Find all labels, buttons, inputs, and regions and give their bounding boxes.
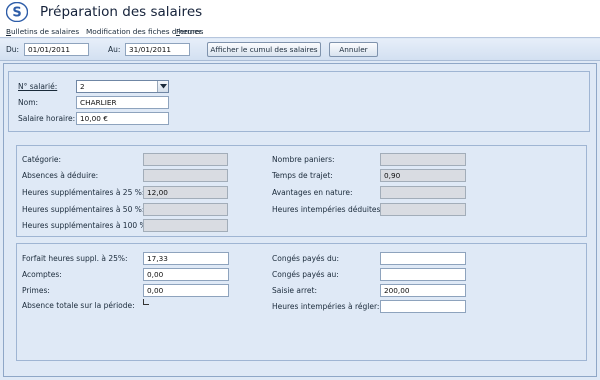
menu-item-bulletins[interactable]: Bulletins de salaires xyxy=(6,27,79,36)
chevron-down-icon[interactable] xyxy=(157,81,168,92)
menu-item-fermer[interactable]: Fermer xyxy=(176,27,202,36)
categorie-label: Catégorie: xyxy=(22,155,62,164)
forfait-label: Forfait heures suppl. à 25%: xyxy=(22,254,128,263)
temps-trajet-field xyxy=(380,169,466,182)
avantages-label: Avantages en nature: xyxy=(272,188,353,197)
absence-totale-checkbox[interactable] xyxy=(143,299,149,305)
hs50-label: Heures supplémentaires à 50 %: xyxy=(22,205,145,214)
conges-au-field[interactable] xyxy=(380,268,466,281)
du-label: Du: xyxy=(6,45,20,54)
salaire-horaire-label: Salaire horaire: xyxy=(18,114,76,123)
primes-field[interactable] xyxy=(143,284,229,297)
categorie-field xyxy=(143,153,228,166)
temps-trajet-label: Temps de trajet: xyxy=(272,171,333,180)
conges-du-field[interactable] xyxy=(380,252,466,265)
au-label: Au: xyxy=(108,45,121,54)
afficher-cumul-button[interactable]: Afficher le cumul des salaires xyxy=(207,42,321,57)
forfait-field[interactable] xyxy=(143,252,229,265)
hs25-label: Heures supplémentaires à 25 %: xyxy=(22,188,145,197)
intemperies-regler-field[interactable] xyxy=(380,300,466,313)
du-date-input[interactable] xyxy=(24,43,89,56)
hs100-field xyxy=(143,219,228,232)
au-date-input[interactable] xyxy=(125,43,190,56)
nom-label: Nom: xyxy=(18,98,39,107)
menu-label-fermer-rest: ermer xyxy=(179,27,202,36)
intemperies-regler-label: Heures intempéries à régler: xyxy=(272,302,380,311)
nombre-paniers-label: Nombre paniers: xyxy=(272,155,335,164)
conges-au-label: Congés payés au: xyxy=(272,270,339,279)
salaire-horaire-field[interactable] xyxy=(76,112,169,125)
menu-label-bulletins-rest: ulletins de salaires xyxy=(11,27,80,36)
acomptes-field[interactable] xyxy=(143,268,229,281)
hs50-field xyxy=(143,203,228,216)
absences-field xyxy=(143,169,228,182)
avantages-field xyxy=(380,186,466,199)
svg-text:S: S xyxy=(12,6,21,21)
app-logo-icon: S xyxy=(6,2,28,22)
absence-totale-label: Absence totale sur la période: xyxy=(22,301,135,310)
numero-salarie-select[interactable]: 2 xyxy=(76,80,169,93)
intemperies-deduites-label: Heures intempéries déduites: xyxy=(272,205,383,214)
annuler-button[interactable]: Annuler xyxy=(329,42,378,57)
nom-field[interactable] xyxy=(76,96,169,109)
conges-du-label: Congés payés du: xyxy=(272,254,339,263)
numero-salarie-label: N° salarié: xyxy=(18,82,58,91)
numero-salarie-value: 2 xyxy=(80,82,85,91)
nombre-paniers-field xyxy=(380,153,466,166)
saisie-arret-field[interactable] xyxy=(380,284,466,297)
acomptes-label: Acomptes: xyxy=(22,270,62,279)
hs100-label: Heures supplémentaires à 100 %: xyxy=(22,221,150,230)
saisie-arret-label: Saisie arret: xyxy=(272,286,317,295)
primes-label: Primes: xyxy=(22,286,50,295)
intemperies-deduites-field xyxy=(380,203,466,216)
hs25-field xyxy=(143,186,228,199)
window-title: Préparation des salaires xyxy=(40,4,203,20)
absences-label: Absences à déduire: xyxy=(22,171,99,180)
